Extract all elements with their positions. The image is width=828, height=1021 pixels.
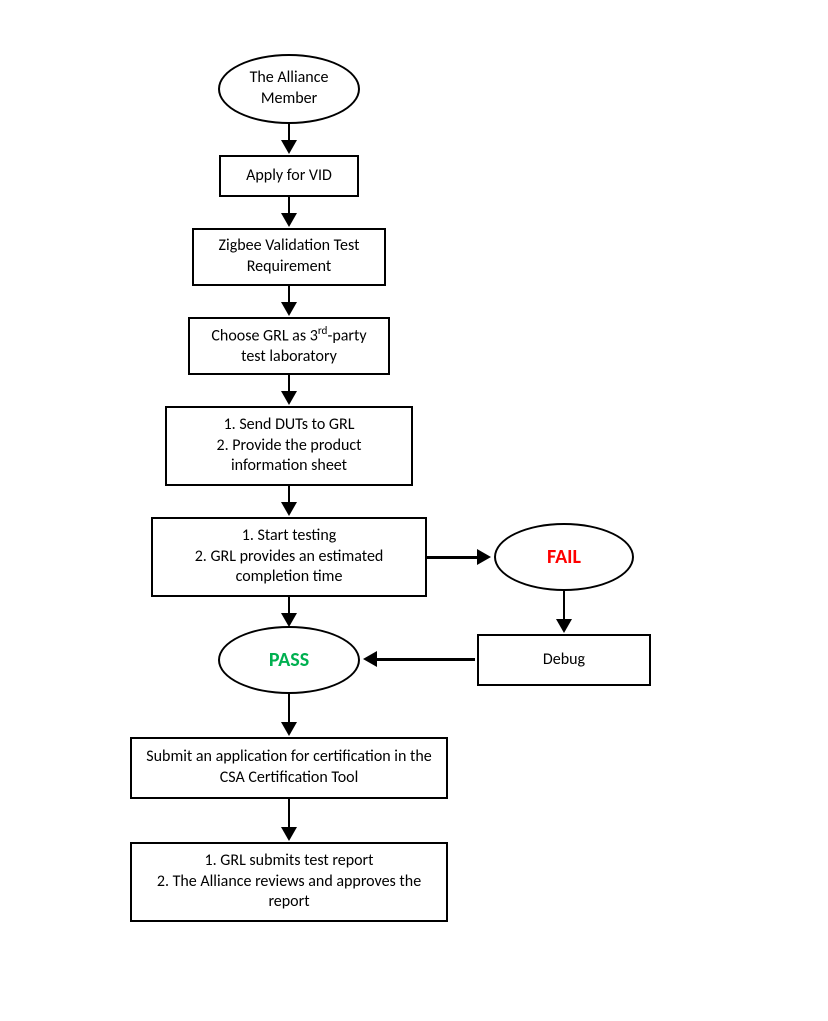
- flowchart-canvas: The Alliance Member Apply for VID Zigbee…: [0, 0, 828, 1021]
- arrow-head-down-icon: [281, 391, 297, 405]
- send-duts-line1: 1. Send DUTs to GRL: [224, 415, 355, 436]
- grl-submits-line2: 2. The Alliance reviews and approves the…: [142, 872, 436, 914]
- node-debug: Debug: [477, 634, 651, 686]
- arrow-line: [427, 556, 479, 559]
- node-zigbee-req: Zigbee Validation Test Requirement: [192, 228, 386, 286]
- send-duts-line2: 2. Provide the product information sheet: [177, 436, 401, 478]
- choose-grl-prefix: Choose GRL as 3: [211, 326, 317, 345]
- arrow-head-down-icon: [281, 502, 297, 516]
- arrow-head-down-icon: [281, 613, 297, 627]
- node-submit-application: Submit an application for certification …: [130, 737, 448, 799]
- node-start-testing: 1. Start testing 2. GRL provides an esti…: [151, 517, 427, 597]
- arrow-line: [288, 694, 290, 724]
- grl-submits-line1: 1. GRL submits test report: [205, 851, 374, 872]
- node-grl-submits: 1. GRL submits test report 2. The Allian…: [130, 842, 448, 922]
- node-submit-application-label: Submit an application for certification …: [142, 747, 436, 789]
- node-send-duts: 1. Send DUTs to GRL 2. Provide the produ…: [165, 406, 413, 486]
- arrow-line: [288, 799, 290, 829]
- node-zigbee-req-label: Zigbee Validation Test Requirement: [204, 236, 374, 278]
- choose-grl-sup: rd: [318, 324, 328, 338]
- arrow-line: [563, 591, 565, 621]
- node-pass-label: PASS: [269, 647, 309, 673]
- start-testing-line2: 2. GRL provides an estimated completion …: [163, 547, 415, 589]
- node-start-label: The Alliance Member: [230, 68, 348, 110]
- node-apply-vid: Apply for VID: [219, 155, 359, 197]
- arrow-head-down-icon: [281, 140, 297, 154]
- arrow-head-right-icon: [477, 549, 491, 565]
- node-fail-ellipse: FAIL: [494, 523, 634, 591]
- node-pass-ellipse: PASS: [218, 626, 360, 694]
- arrow-head-down-icon: [281, 722, 297, 736]
- arrow-head-down-icon: [281, 827, 297, 841]
- node-debug-label: Debug: [543, 650, 585, 671]
- node-start-ellipse: The Alliance Member: [218, 54, 360, 124]
- node-choose-grl: Choose GRL as 3rd-party test laboratory: [188, 317, 390, 375]
- node-choose-grl-label: Choose GRL as 3rd-party test laboratory: [200, 324, 378, 368]
- arrow-line: [375, 658, 475, 661]
- arrow-head-down-icon: [281, 213, 297, 227]
- start-testing-line1: 1. Start testing: [242, 526, 337, 547]
- arrow-head-left-icon: [363, 651, 377, 667]
- arrow-head-down-icon: [556, 619, 572, 633]
- node-fail-label: FAIL: [547, 544, 581, 570]
- node-apply-vid-label: Apply for VID: [246, 166, 332, 187]
- arrow-head-down-icon: [281, 302, 297, 316]
